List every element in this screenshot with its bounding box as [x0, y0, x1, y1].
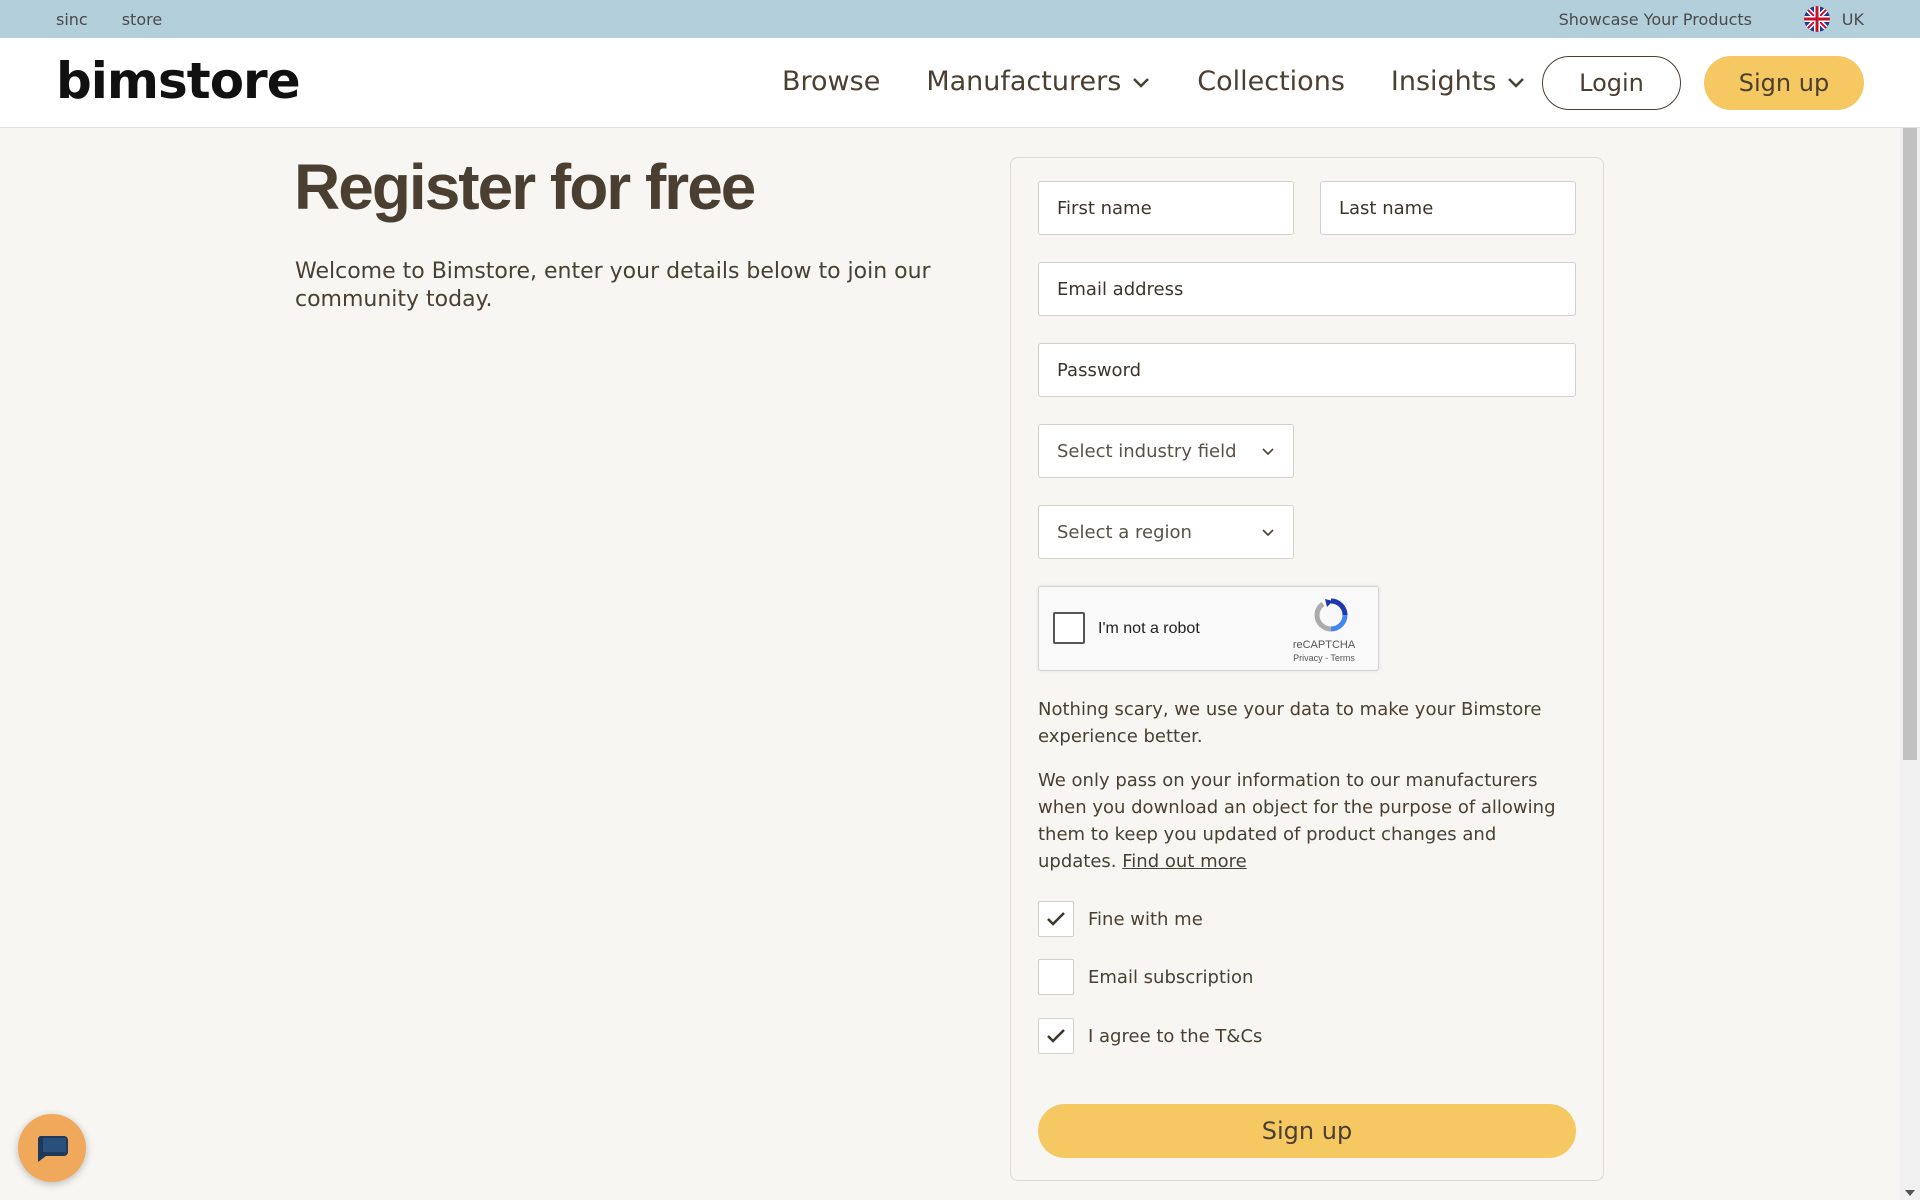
- nav-insights[interactable]: Insights: [1391, 66, 1527, 97]
- page-title: Register for free: [294, 151, 756, 223]
- data-sharing-note: We only pass on your information to our …: [1038, 767, 1558, 875]
- chat-bubble-icon: [37, 1136, 68, 1162]
- uk-flag-icon: [1803, 6, 1830, 32]
- industry-select[interactable]: Select industry field: [1038, 424, 1294, 478]
- password-field[interactable]: Password: [1038, 343, 1576, 397]
- nav-collections-label: Collections: [1197, 66, 1345, 97]
- scroll-down-arrow-icon[interactable]: [1905, 1190, 1915, 1196]
- chevron-down-icon: [1508, 77, 1525, 88]
- scrollbar-thumb[interactable]: [1903, 128, 1917, 760]
- page-scrollbar[interactable]: [1900, 128, 1920, 1200]
- terms-label: I agree to the T&Cs: [1088, 1025, 1263, 1047]
- bimstore-logo[interactable]: bimstore: [56, 52, 301, 110]
- checkmark-icon: [1047, 912, 1065, 926]
- chevron-down-icon: [1262, 448, 1274, 456]
- email-subscription-checkbox[interactable]: [1038, 959, 1074, 995]
- main-header: bimstore Browse Manufacturers Collection…: [0, 38, 1920, 128]
- nav-insights-label: Insights: [1390, 66, 1497, 97]
- recaptcha-links[interactable]: Privacy - Terms: [1279, 653, 1369, 663]
- region-select-label: Select a region: [1057, 521, 1192, 543]
- industry-select-label: Select industry field: [1057, 440, 1237, 462]
- email-subscription-label: Email subscription: [1088, 966, 1254, 988]
- header-signup-button[interactable]: Sign up: [1704, 56, 1864, 110]
- last-name-field[interactable]: Last name: [1320, 181, 1576, 235]
- recaptcha-brand: reCAPTCHA: [1292, 639, 1356, 651]
- utility-link-store[interactable]: store: [122, 10, 162, 29]
- first-name-field[interactable]: First name: [1038, 181, 1294, 235]
- terms-row[interactable]: I agree to the T&Cs: [1038, 1018, 1262, 1054]
- fine-with-me-checkbox[interactable]: [1038, 901, 1074, 937]
- data-sharing-text: We only pass on your information to our …: [1038, 770, 1556, 872]
- chevron-down-icon: [1133, 77, 1150, 88]
- fine-with-me-label: Fine with me: [1088, 908, 1203, 930]
- showcase-link[interactable]: Showcase Your Products: [1559, 10, 1752, 29]
- chat-launcher-button[interactable]: [18, 1114, 86, 1182]
- checkmark-icon: [1047, 1029, 1065, 1043]
- email-subscription-row[interactable]: Email subscription: [1038, 959, 1253, 995]
- last-name-placeholder: Last name: [1339, 197, 1434, 219]
- intro-text: Welcome to Bimstore, enter your details …: [295, 259, 931, 312]
- main-nav: Browse Manufacturers Collections Insight…: [782, 66, 1572, 97]
- password-placeholder: Password: [1057, 359, 1142, 381]
- nav-manufacturers-label: Manufacturers: [926, 66, 1122, 97]
- nav-browse[interactable]: Browse: [782, 66, 880, 97]
- region-selector[interactable]: UK: [1803, 6, 1864, 32]
- email-field[interactable]: Email address: [1038, 262, 1576, 316]
- find-out-more-link[interactable]: Find out more: [1122, 851, 1246, 872]
- utility-links: sinc store: [56, 10, 162, 29]
- first-name-placeholder: First name: [1057, 197, 1152, 219]
- privacy-note: Nothing scary, we use your data to make …: [1038, 699, 1542, 747]
- recaptcha-checkbox[interactable]: [1053, 612, 1085, 644]
- region-label: UK: [1841, 9, 1864, 29]
- nav-manufacturers[interactable]: Manufacturers: [926, 66, 1151, 97]
- signup-submit-button[interactable]: Sign up: [1038, 1104, 1576, 1158]
- email-placeholder: Email address: [1057, 278, 1184, 300]
- nav-collections[interactable]: Collections: [1197, 66, 1345, 97]
- nav-browse-label: Browse: [782, 66, 881, 97]
- region-select[interactable]: Select a region: [1038, 505, 1294, 559]
- recaptcha-logo-icon: [1314, 598, 1348, 632]
- utility-link-sinc[interactable]: sinc: [56, 10, 88, 29]
- login-button[interactable]: Login: [1542, 56, 1681, 110]
- utility-bar: sinc store Showcase Your Products UK: [0, 0, 1920, 38]
- chevron-down-icon: [1262, 529, 1274, 537]
- recaptcha-widget: I'm not a robot reCAPTCHA Privacy - Term…: [1038, 586, 1379, 671]
- recaptcha-label: I'm not a robot: [1098, 620, 1200, 637]
- terms-checkbox[interactable]: [1038, 1018, 1074, 1054]
- consent-fine-row[interactable]: Fine with me: [1038, 901, 1203, 937]
